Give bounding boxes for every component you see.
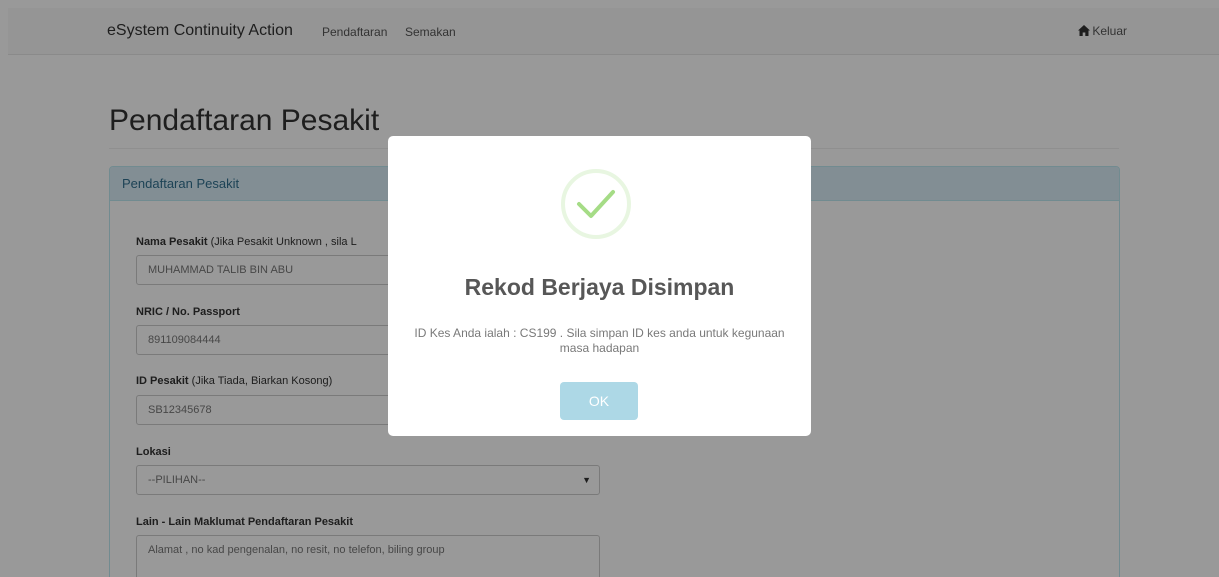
modal-title: Rekod Berjaya Disimpan <box>464 274 735 300</box>
success-modal: Rekod Berjaya Disimpan ID Kes Anda ialah… <box>388 136 811 436</box>
ok-button[interactable]: OK <box>560 382 638 420</box>
modal-overlay[interactable]: Rekod Berjaya Disimpan ID Kes Anda ialah… <box>0 0 1219 577</box>
modal-message: ID Kes Anda ialah : CS199 . Sila simpan … <box>414 326 785 355</box>
success-check-icon <box>561 169 631 239</box>
